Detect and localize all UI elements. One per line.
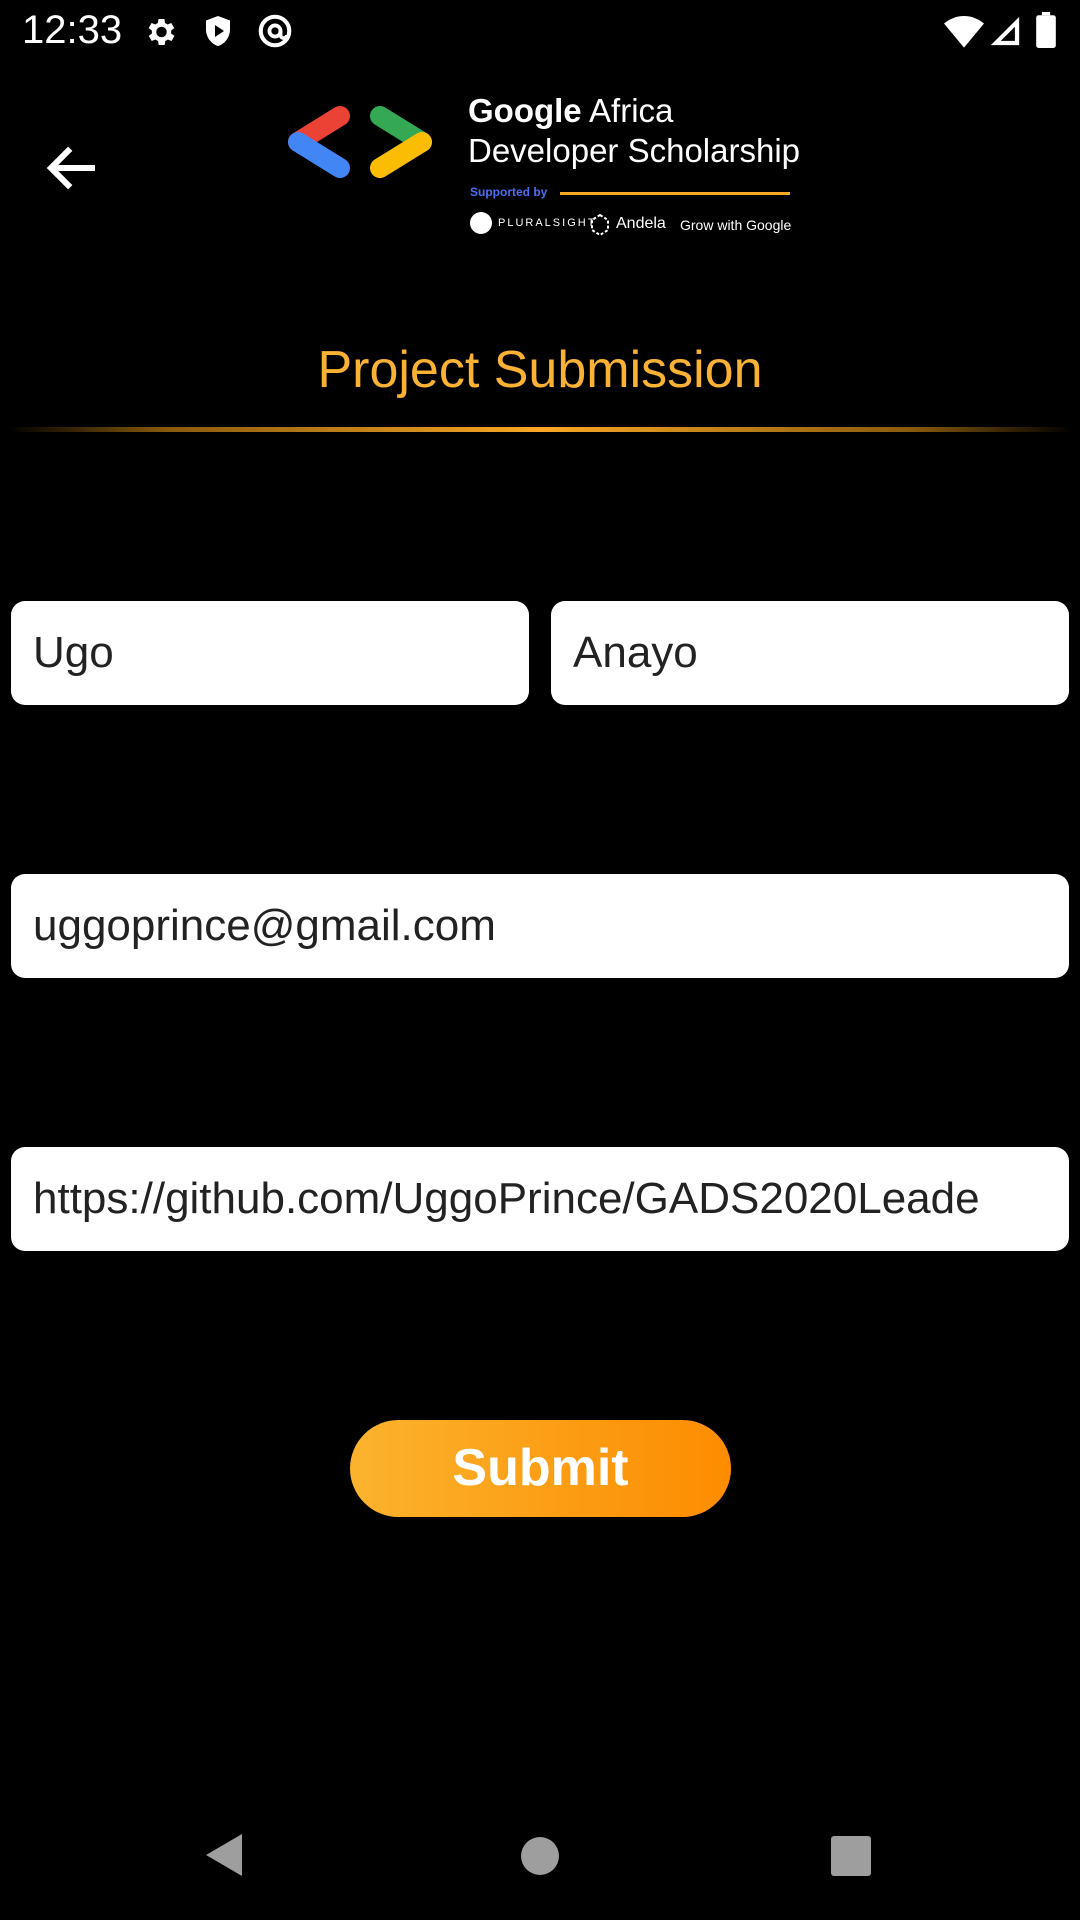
- cell-signal-icon: [990, 16, 1020, 46]
- logo-supported-by: Supported by: [470, 185, 548, 199]
- back-button[interactable]: [40, 135, 106, 201]
- sponsor-grow-with-google: Grow with Google: [680, 217, 792, 233]
- first-name-field[interactable]: Ugo: [11, 601, 529, 705]
- logo-title-line1: Google Africa: [468, 92, 674, 129]
- home-circle-icon[interactable]: [518, 1834, 562, 1878]
- last-name-field[interactable]: Anayo: [551, 601, 1069, 705]
- at-sign-icon: [258, 14, 292, 48]
- sponsor-pluralsight: PLURALSIGHT: [498, 217, 597, 229]
- andela-logo-icon: [591, 214, 609, 236]
- sponsor-andela: Andela: [616, 215, 666, 232]
- status-time: 12:33: [22, 8, 123, 52]
- project-link-field[interactable]: https://github.com/UggoPrince/GADS2020Le…: [11, 1147, 1069, 1251]
- title-divider: [8, 427, 1072, 432]
- developer-brackets-icon: [288, 106, 432, 178]
- shield-icon: [206, 16, 230, 46]
- wifi-icon: [944, 16, 984, 48]
- back-triangle-icon[interactable]: [202, 1830, 246, 1880]
- logo-sponsors: PLURALSIGHT Andela Grow with Google: [470, 212, 810, 242]
- email-field[interactable]: uggoprince@gmail.com: [11, 874, 1069, 978]
- arrow-left-icon: [46, 146, 95, 190]
- battery-icon: [1036, 12, 1056, 48]
- gads-logo: Google Africa Developer Scholarship Supp…: [280, 92, 800, 242]
- settings-icon: [148, 18, 175, 46]
- recents-square-icon[interactable]: [830, 1835, 872, 1877]
- navigation-bar: [0, 1800, 1080, 1920]
- page-title: Project Submission: [317, 341, 763, 399]
- status-bar: 12:33: [0, 0, 1080, 62]
- pluralsight-logo-icon: [470, 212, 492, 234]
- logo-title-line2: Developer Scholarship: [468, 132, 801, 169]
- submit-button[interactable]: Submit: [350, 1420, 731, 1517]
- logo-divider: [560, 192, 790, 195]
